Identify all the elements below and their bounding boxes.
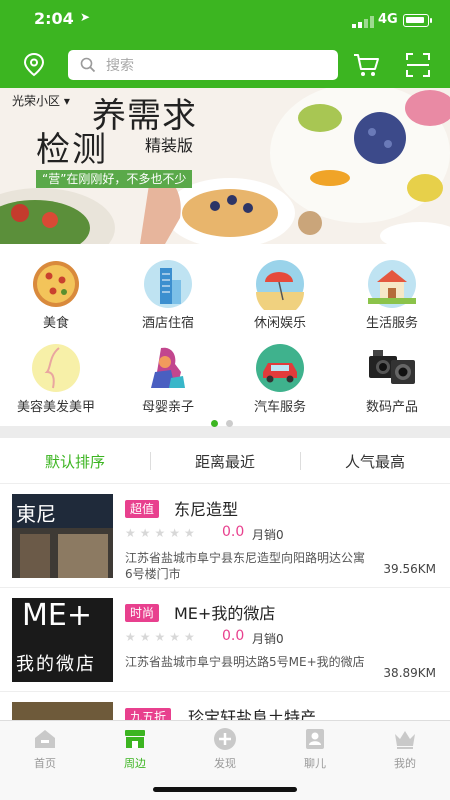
category-label: 数码产品 [365, 400, 418, 415]
shop-list-item[interactable]: 九五折 珍宝轩盐阜土特产 [0, 692, 450, 720]
status-time: 2:04 [34, 9, 74, 28]
search-icon [80, 57, 96, 73]
tab-mine[interactable]: 我的 [360, 727, 450, 777]
shop-list-item[interactable]: 東尼 超值 东尼造型 ★★★★★ 0.0 月销0 江苏省盐城市阜宁县东尼造型向阳… [0, 484, 450, 588]
banner-location-text: 光荣小区 [12, 94, 61, 108]
rating-stars: ★★★★★ [125, 526, 199, 540]
tab-home[interactable]: 首页 [0, 727, 90, 777]
shop-name: 东尼造型 [174, 500, 239, 519]
category-label: 酒店住宿 [141, 316, 194, 331]
page-dot-active[interactable] [211, 420, 218, 427]
tab-label: 我的 [394, 757, 416, 770]
house-icon [368, 260, 416, 308]
crown-icon [395, 731, 415, 749]
shop-distance: 39.56KM [383, 562, 436, 576]
shop-thumbnail: ME+ 我的微店 [12, 598, 113, 682]
shop-distance: 38.89KM [383, 666, 436, 680]
category-label: 生活服务 [365, 316, 418, 331]
search-input[interactable]: 搜索 [68, 50, 338, 80]
tab-discover[interactable]: 发现 [180, 727, 270, 777]
scan-icon[interactable] [405, 52, 431, 78]
category-label: 美食 [42, 316, 69, 331]
deal-badge: 时尚 [125, 604, 160, 622]
shop-address: 江苏省盐城市阜宁县明达路5号ME+我的微店 [125, 655, 365, 669]
shop-list-item[interactable]: ME+ 我的微店 时尚 ME+我的微店 ★★★★★ 0.0 月销0 江苏省盐城市… [0, 588, 450, 692]
status-bar: 2:04 ➤ 4G [0, 0, 450, 40]
shop-sign-text: ME+ [22, 598, 92, 633]
category-life-service[interactable]: 生活服务 [336, 250, 448, 336]
promo-banner[interactable]: 光荣小区 ▾ 养需求 检测 精装版 “营”在刚刚好，不多也不少 [0, 88, 450, 244]
category-label: 美容美发美甲 [16, 400, 95, 415]
category-leisure[interactable]: 休闲娱乐 [224, 250, 336, 336]
shop-thumbnail [12, 702, 113, 720]
banner-tagline: “营”在刚刚好，不多也不少 [36, 170, 193, 188]
rating-stars: ★★★★★ [125, 630, 199, 644]
shop-sign-text: 東尼 [16, 502, 56, 526]
page-dot[interactable] [226, 420, 233, 427]
rating-score: 0.0 [222, 628, 245, 644]
sort-popular-tab[interactable]: 人气最高 [300, 451, 450, 472]
top-header: 2:04 ➤ 4G 搜索 [0, 0, 450, 88]
category-mother-baby[interactable]: 母婴亲子 [112, 334, 224, 420]
tab-label: 周边 [124, 757, 146, 770]
store-icon [125, 730, 145, 748]
sort-bar: 默认排序 距离最近 人气最高 [0, 438, 450, 484]
battery-icon [403, 14, 432, 27]
deal-badge: 九五折 [125, 708, 172, 720]
network-label: 4G [378, 12, 398, 27]
location-arrow-icon: ➤ [80, 10, 91, 24]
category-car-service[interactable]: 汽车服务 [224, 334, 336, 420]
camera-icon [369, 350, 415, 384]
beach-icon [256, 260, 304, 310]
category-hotel[interactable]: 酒店住宿 [112, 250, 224, 336]
tab-label: 首页 [34, 757, 56, 770]
search-placeholder: 搜索 [106, 58, 134, 74]
shop-address: 江苏省盐城市阜宁县东尼造型向阳路明达公寓6号楼门市 [125, 551, 366, 581]
location-pin-icon[interactable] [22, 52, 46, 78]
contact-icon [306, 729, 324, 749]
tab-label: 发现 [214, 757, 236, 770]
shop-thumbnail: 東尼 [12, 494, 113, 578]
category-grid: 美食 酒店住宿 休闲娱乐 生活服务 美容美发美甲 母婴亲子 汽车服务 数码产品 [0, 244, 450, 427]
signal-icon [352, 16, 374, 28]
app-root: 2:04 ➤ 4G 搜索 光荣小区 ▾ 养需求 检测 精装版 “营”在刚刚好，不… [0, 0, 450, 800]
cart-icon[interactable] [352, 52, 380, 78]
shop-name: ME+我的微店 [174, 604, 276, 623]
monthly-sales: 月销0 [252, 528, 284, 542]
category-digital[interactable]: 数码产品 [336, 334, 448, 420]
mother-child-icon [151, 347, 185, 388]
sort-default-tab[interactable]: 默认排序 [0, 451, 150, 472]
tab-nearby[interactable]: 周边 [90, 727, 180, 777]
category-food[interactable]: 美食 [0, 250, 112, 336]
shop-list: 東尼 超值 东尼造型 ★★★★★ 0.0 月销0 江苏省盐城市阜宁县东尼造型向阳… [0, 484, 450, 720]
shop-name: 珍宝轩盐阜土特产 [188, 708, 317, 720]
shop-sign-text: 我的微店 [16, 654, 96, 675]
home-indicator[interactable] [153, 787, 297, 792]
chevron-down-icon: ▾ [60, 94, 70, 108]
deal-badge: 超值 [125, 500, 160, 518]
plus-circle-icon [214, 728, 236, 750]
tab-label: 聊儿 [304, 757, 326, 770]
category-beauty[interactable]: 美容美发美甲 [0, 334, 112, 420]
banner-title-line2: 检测 [36, 130, 108, 170]
car-icon [256, 344, 304, 392]
banner-subtitle: 精装版 [145, 136, 194, 155]
category-label: 休闲娱乐 [253, 316, 306, 331]
hotel-icon [144, 260, 192, 308]
monthly-sales: 月销0 [252, 632, 284, 646]
home-icon [35, 730, 55, 748]
tab-chat[interactable]: 聊儿 [270, 727, 360, 777]
face-icon [32, 344, 80, 392]
rating-score: 0.0 [222, 524, 245, 540]
banner-location-label[interactable]: 光荣小区 ▾ [12, 92, 70, 109]
page-indicator [211, 412, 241, 431]
sort-distance-tab[interactable]: 距离最近 [150, 451, 300, 472]
pizza-icon [33, 261, 79, 307]
category-label: 母婴亲子 [141, 400, 194, 415]
